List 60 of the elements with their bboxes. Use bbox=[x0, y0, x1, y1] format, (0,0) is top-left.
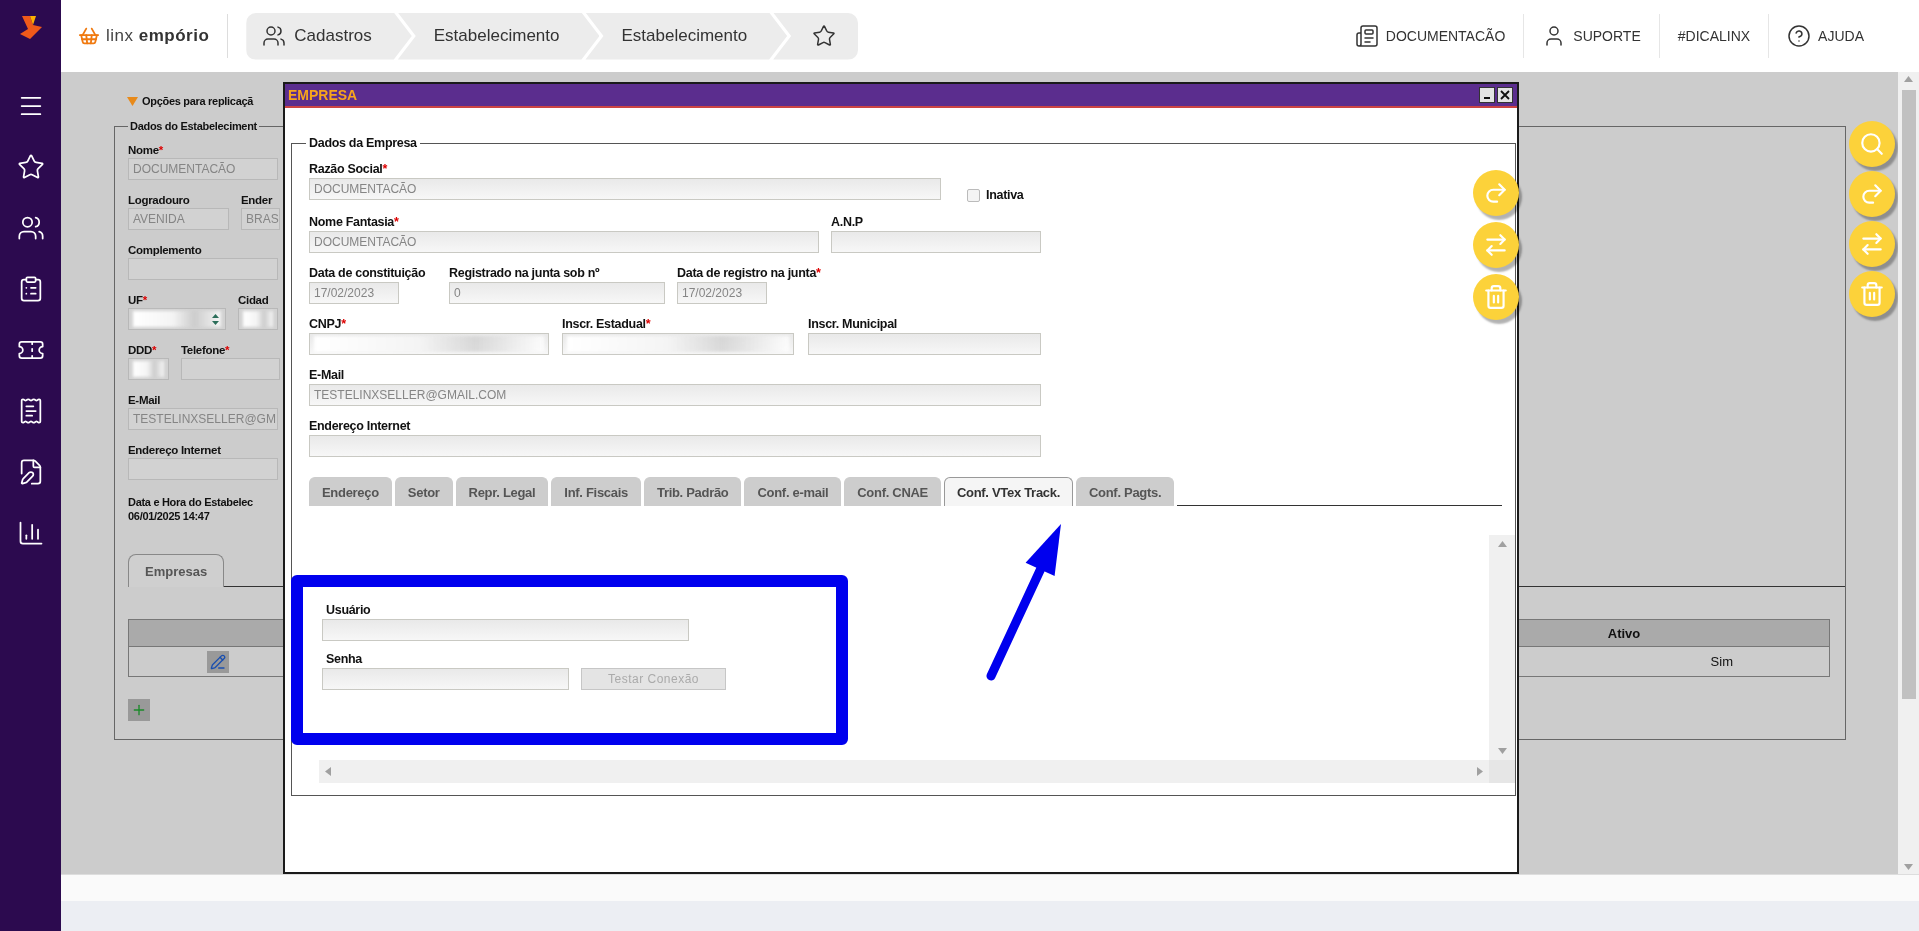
input-field[interactable]: 17/02/2023 bbox=[677, 282, 767, 304]
field-label: E-Mail bbox=[309, 368, 344, 382]
breadcrumb-item[interactable]: Cadastros bbox=[246, 12, 412, 60]
field-label: Data de constituição bbox=[309, 266, 426, 280]
input-field[interactable]: BRAS bbox=[241, 208, 280, 230]
header-link[interactable]: AJUDA bbox=[1769, 24, 1882, 48]
breadcrumb-item[interactable]: Estabelecimento bbox=[397, 12, 600, 60]
tab[interactable]: Empresas bbox=[128, 554, 225, 587]
field-label: Logradouro bbox=[128, 194, 190, 206]
field-label: CNPJ* bbox=[309, 317, 346, 331]
field-label: Endereço Internet bbox=[128, 444, 221, 456]
checkbox-label: Inativa bbox=[986, 188, 1024, 202]
input-field[interactable]: 17/02/2023 bbox=[309, 282, 399, 304]
tab[interactable]: Endereço bbox=[309, 477, 392, 506]
field-label: Inscr. Estadual* bbox=[562, 317, 651, 331]
field-label: Usuário bbox=[326, 603, 371, 617]
tab[interactable]: Conf. e-mail bbox=[744, 477, 842, 506]
header-link[interactable]: SUPORTE bbox=[1524, 24, 1659, 48]
input-field[interactable]: DOCUMENTACÃO bbox=[128, 158, 278, 180]
brand-name: linx empório bbox=[106, 26, 210, 46]
tab[interactable]: Trib. Padrão bbox=[643, 477, 742, 506]
breadcrumb-item[interactable]: Estabelecimento bbox=[585, 12, 788, 60]
tab[interactable]: Conf. VTex Track. bbox=[943, 477, 1073, 506]
tab[interactable]: Setor bbox=[394, 477, 453, 506]
input-field[interactable]: DOCUMENTACÃO bbox=[309, 178, 941, 200]
datetime-value: 06/01/2025 14:47 bbox=[128, 510, 210, 522]
field-label: Data de registro na junta* bbox=[677, 266, 821, 280]
field-label: Nome Fantasia* bbox=[309, 215, 399, 229]
field-label: Ender bbox=[241, 194, 273, 206]
tab[interactable]: Conf. CNAE bbox=[844, 477, 941, 506]
field-label: Data e Hora do Estabelec bbox=[128, 496, 253, 508]
tab[interactable]: Inf. Fiscais bbox=[551, 477, 641, 506]
field-label: Endereço Internet bbox=[309, 419, 411, 433]
field-label: Telefone* bbox=[181, 344, 230, 356]
input-field[interactable]: AVENIDA bbox=[128, 208, 229, 230]
field-label: Cidad bbox=[238, 294, 269, 306]
field-label: DDD* bbox=[128, 344, 157, 356]
field-label: UF* bbox=[128, 294, 147, 306]
field-label: Complemento bbox=[128, 244, 202, 256]
field-label: E-Mail bbox=[128, 394, 161, 406]
group-legend: Dados do Estabeleciment bbox=[128, 120, 259, 132]
tab[interactable]: Conf. Pagts. bbox=[1076, 477, 1175, 506]
section-toggle[interactable]: Opções para replicaçã bbox=[142, 95, 254, 107]
field-label: Nome* bbox=[128, 144, 163, 156]
input-field[interactable]: DOCUMENTACÃO bbox=[309, 231, 819, 253]
field-label: Razão Social* bbox=[309, 162, 388, 176]
field-label: Inscr. Municipal bbox=[808, 317, 897, 331]
field-label: Registrado na junta sob nº bbox=[449, 266, 600, 280]
field-label: A.N.P bbox=[831, 215, 863, 229]
group-legend: Dados da Empresa bbox=[306, 136, 420, 150]
column-header: Ativo bbox=[1606, 625, 1642, 641]
header-link[interactable]: #DICALINX bbox=[1659, 28, 1769, 44]
window-title: EMPRESA bbox=[288, 87, 358, 103]
input-field[interactable]: TESTELINXSELLER@GMAIL.COM bbox=[309, 384, 1041, 406]
table-cell: Sim bbox=[1710, 654, 1733, 669]
input-field[interactable]: TESTELINXSELLER@GM bbox=[128, 408, 278, 430]
input-field[interactable]: 0 bbox=[449, 282, 665, 304]
header-link[interactable]: DOCUMENTACÃO bbox=[1336, 24, 1524, 48]
tab[interactable]: Repr. Legal bbox=[455, 477, 549, 506]
field-label: Senha bbox=[326, 652, 362, 666]
